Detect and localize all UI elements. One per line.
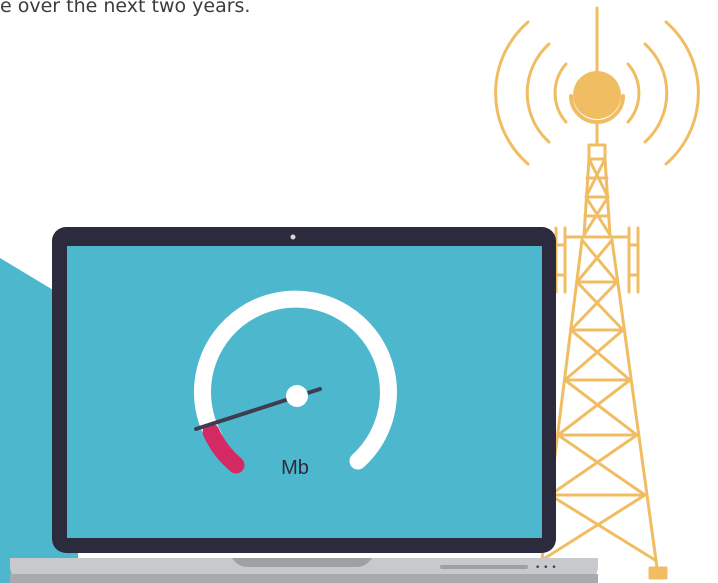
tower-beacon <box>573 71 621 119</box>
laptop-notch <box>232 558 372 567</box>
gauge-hub <box>286 385 308 407</box>
laptop-indicator-dots: • • • <box>535 563 557 573</box>
laptop: • • • <box>10 227 598 583</box>
webcam-icon <box>290 234 296 240</box>
laptop-slot <box>440 565 528 569</box>
illustration: • • • Mb <box>0 6 700 583</box>
gauge-unit-label: Mb <box>281 457 309 479</box>
